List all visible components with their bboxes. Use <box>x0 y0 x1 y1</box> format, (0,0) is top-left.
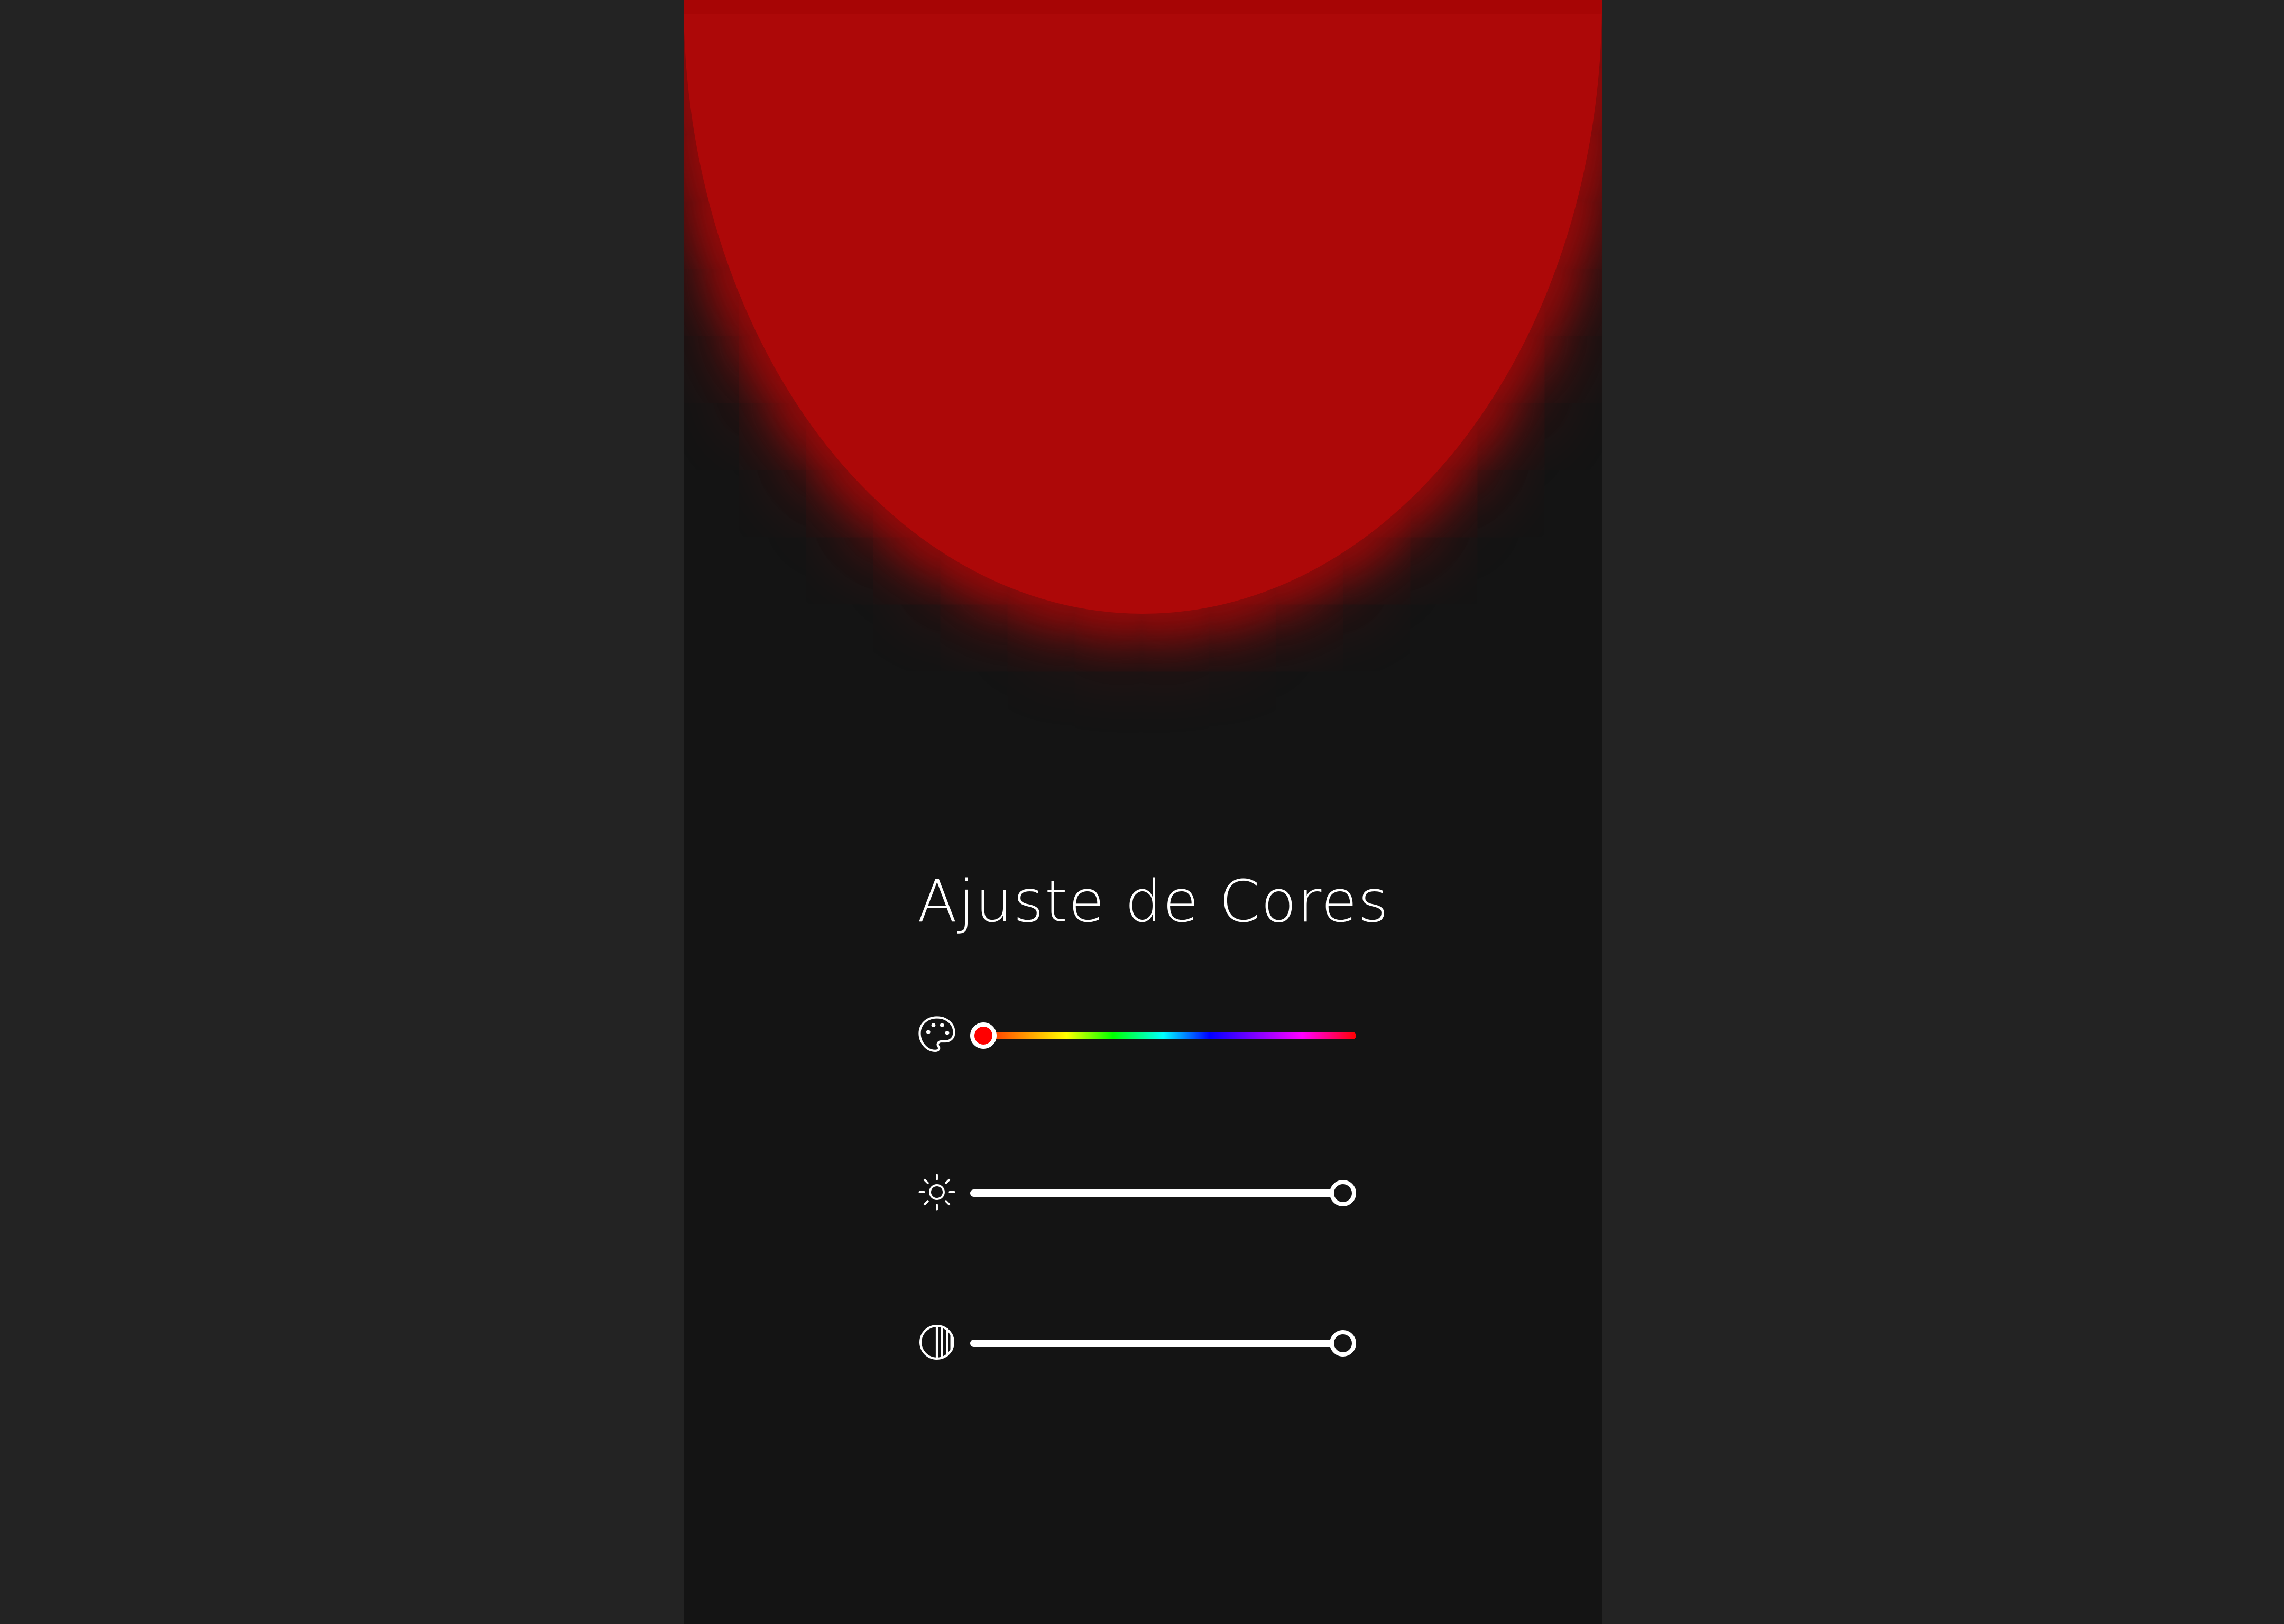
brightness-control <box>916 1171 1368 1220</box>
color-adjust-panel <box>684 14 1602 1624</box>
brightness-slider[interactable] <box>970 1180 1356 1206</box>
contrast-slider-track[interactable] <box>970 1340 1356 1347</box>
brightness-slider-track[interactable] <box>970 1189 1356 1197</box>
hue-slider-track[interactable] <box>970 1032 1356 1039</box>
contrast-slider-thumb[interactable] <box>1330 1330 1356 1357</box>
app-background: Ajuste de Cores <box>0 0 2284 1624</box>
hue-control <box>916 1014 1368 1063</box>
contrast-slider[interactable] <box>970 1330 1356 1357</box>
page-title: Ajuste de Cores <box>917 868 1389 935</box>
brightness-slider-thumb[interactable] <box>1330 1180 1356 1206</box>
palette-icon <box>916 1014 957 1055</box>
preview-glow-edge <box>684 0 1602 14</box>
hue-slider-thumb[interactable] <box>970 1022 997 1049</box>
sun-icon <box>916 1171 957 1213</box>
hue-slider[interactable] <box>970 1022 1356 1049</box>
color-preview-circle <box>684 14 1602 614</box>
contrast-control <box>916 1322 1368 1370</box>
contrast-icon <box>916 1322 957 1363</box>
